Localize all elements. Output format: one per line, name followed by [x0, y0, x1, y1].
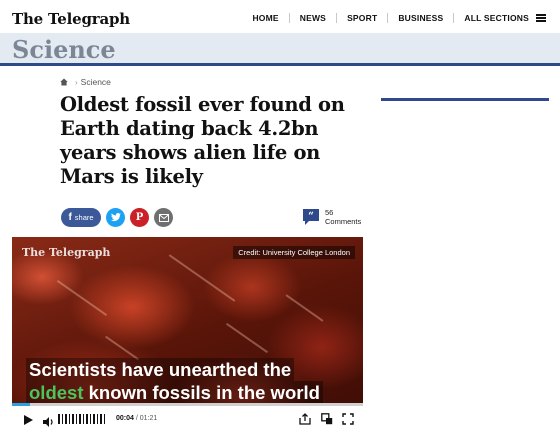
nav-home[interactable]: HOME [252, 13, 278, 23]
facebook-icon: f [68, 212, 72, 223]
section-banner: Science [0, 33, 560, 66]
nav-news[interactable]: NEWS [300, 13, 326, 23]
current-time: 00:04 [116, 415, 134, 422]
comments-link[interactable]: “ 56 Comments [302, 208, 361, 226]
duration: 01:21 [139, 415, 158, 422]
subtitle-line-1: Scientists have unearthed the [26, 358, 295, 381]
play-icon[interactable] [24, 415, 33, 425]
email-icon [158, 213, 169, 222]
site-logo[interactable]: The Telegraph [12, 10, 130, 28]
share-bar: f share P [61, 208, 173, 227]
breadcrumb-separator: › [75, 77, 78, 87]
video-credit: Credit: University College London [233, 246, 355, 259]
subtitle-line-2: oldest known fossils in the world [26, 381, 323, 404]
pinterest-share-button[interactable]: P [130, 208, 149, 227]
facebook-share-button[interactable]: f share [61, 208, 101, 227]
section-title[interactable]: Science [12, 35, 116, 64]
menu-icon[interactable] [536, 14, 546, 22]
breadcrumb-science[interactable]: Science [81, 77, 111, 87]
nav-divider [288, 13, 290, 23]
time-display: 00:04 / 01:21 [116, 415, 157, 422]
home-icon[interactable] [60, 78, 68, 86]
svg-text:“: “ [308, 211, 314, 222]
comment-count: 56 Comments [325, 208, 361, 226]
video-watermark-logo: The Telegraph [22, 246, 111, 259]
subtitle-highlight: oldest [29, 382, 84, 403]
facebook-share-label: share [74, 213, 94, 222]
nav-divider [387, 13, 389, 23]
nav-divider [336, 13, 338, 23]
nav-sport[interactable]: SPORT [347, 13, 377, 23]
comment-icon: “ [302, 208, 320, 226]
comment-number: 56 [325, 208, 334, 217]
volume-icon[interactable] [43, 414, 55, 432]
nav-business[interactable]: BUSINESS [398, 13, 443, 23]
sidebar-divider [381, 98, 549, 101]
main-nav: HOME NEWS SPORT BUSINESS ALL SECTIONS [252, 0, 546, 36]
progress-bar[interactable] [12, 403, 363, 406]
pinterest-icon: P [135, 212, 144, 223]
twitter-share-button[interactable] [106, 208, 125, 227]
video-player[interactable]: The Telegraph Credit: University College… [12, 237, 363, 435]
video-subtitle: Scientists have unearthed the oldest kno… [26, 358, 323, 404]
email-share-button[interactable] [154, 208, 173, 227]
fullscreen-icon[interactable] [342, 412, 354, 430]
progress-fill [12, 403, 30, 406]
video-controls: 00:04 / 01:21 [12, 403, 363, 435]
pip-icon[interactable] [321, 412, 333, 430]
nav-divider [453, 13, 455, 23]
share-video-icon[interactable] [299, 412, 311, 430]
comment-label: Comments [325, 217, 362, 226]
article-headline: Oldest fossil ever found on Earth dating… [60, 93, 345, 188]
volume-slider[interactable] [58, 414, 105, 424]
nav-all-sections[interactable]: ALL SECTIONS [464, 13, 529, 23]
subtitle-line-2-rest: known fossils in the world [83, 382, 320, 403]
twitter-icon [110, 213, 121, 222]
breadcrumb: › Science [60, 77, 111, 87]
top-bar: The Telegraph HOME NEWS SPORT BUSINESS A… [0, 0, 560, 36]
